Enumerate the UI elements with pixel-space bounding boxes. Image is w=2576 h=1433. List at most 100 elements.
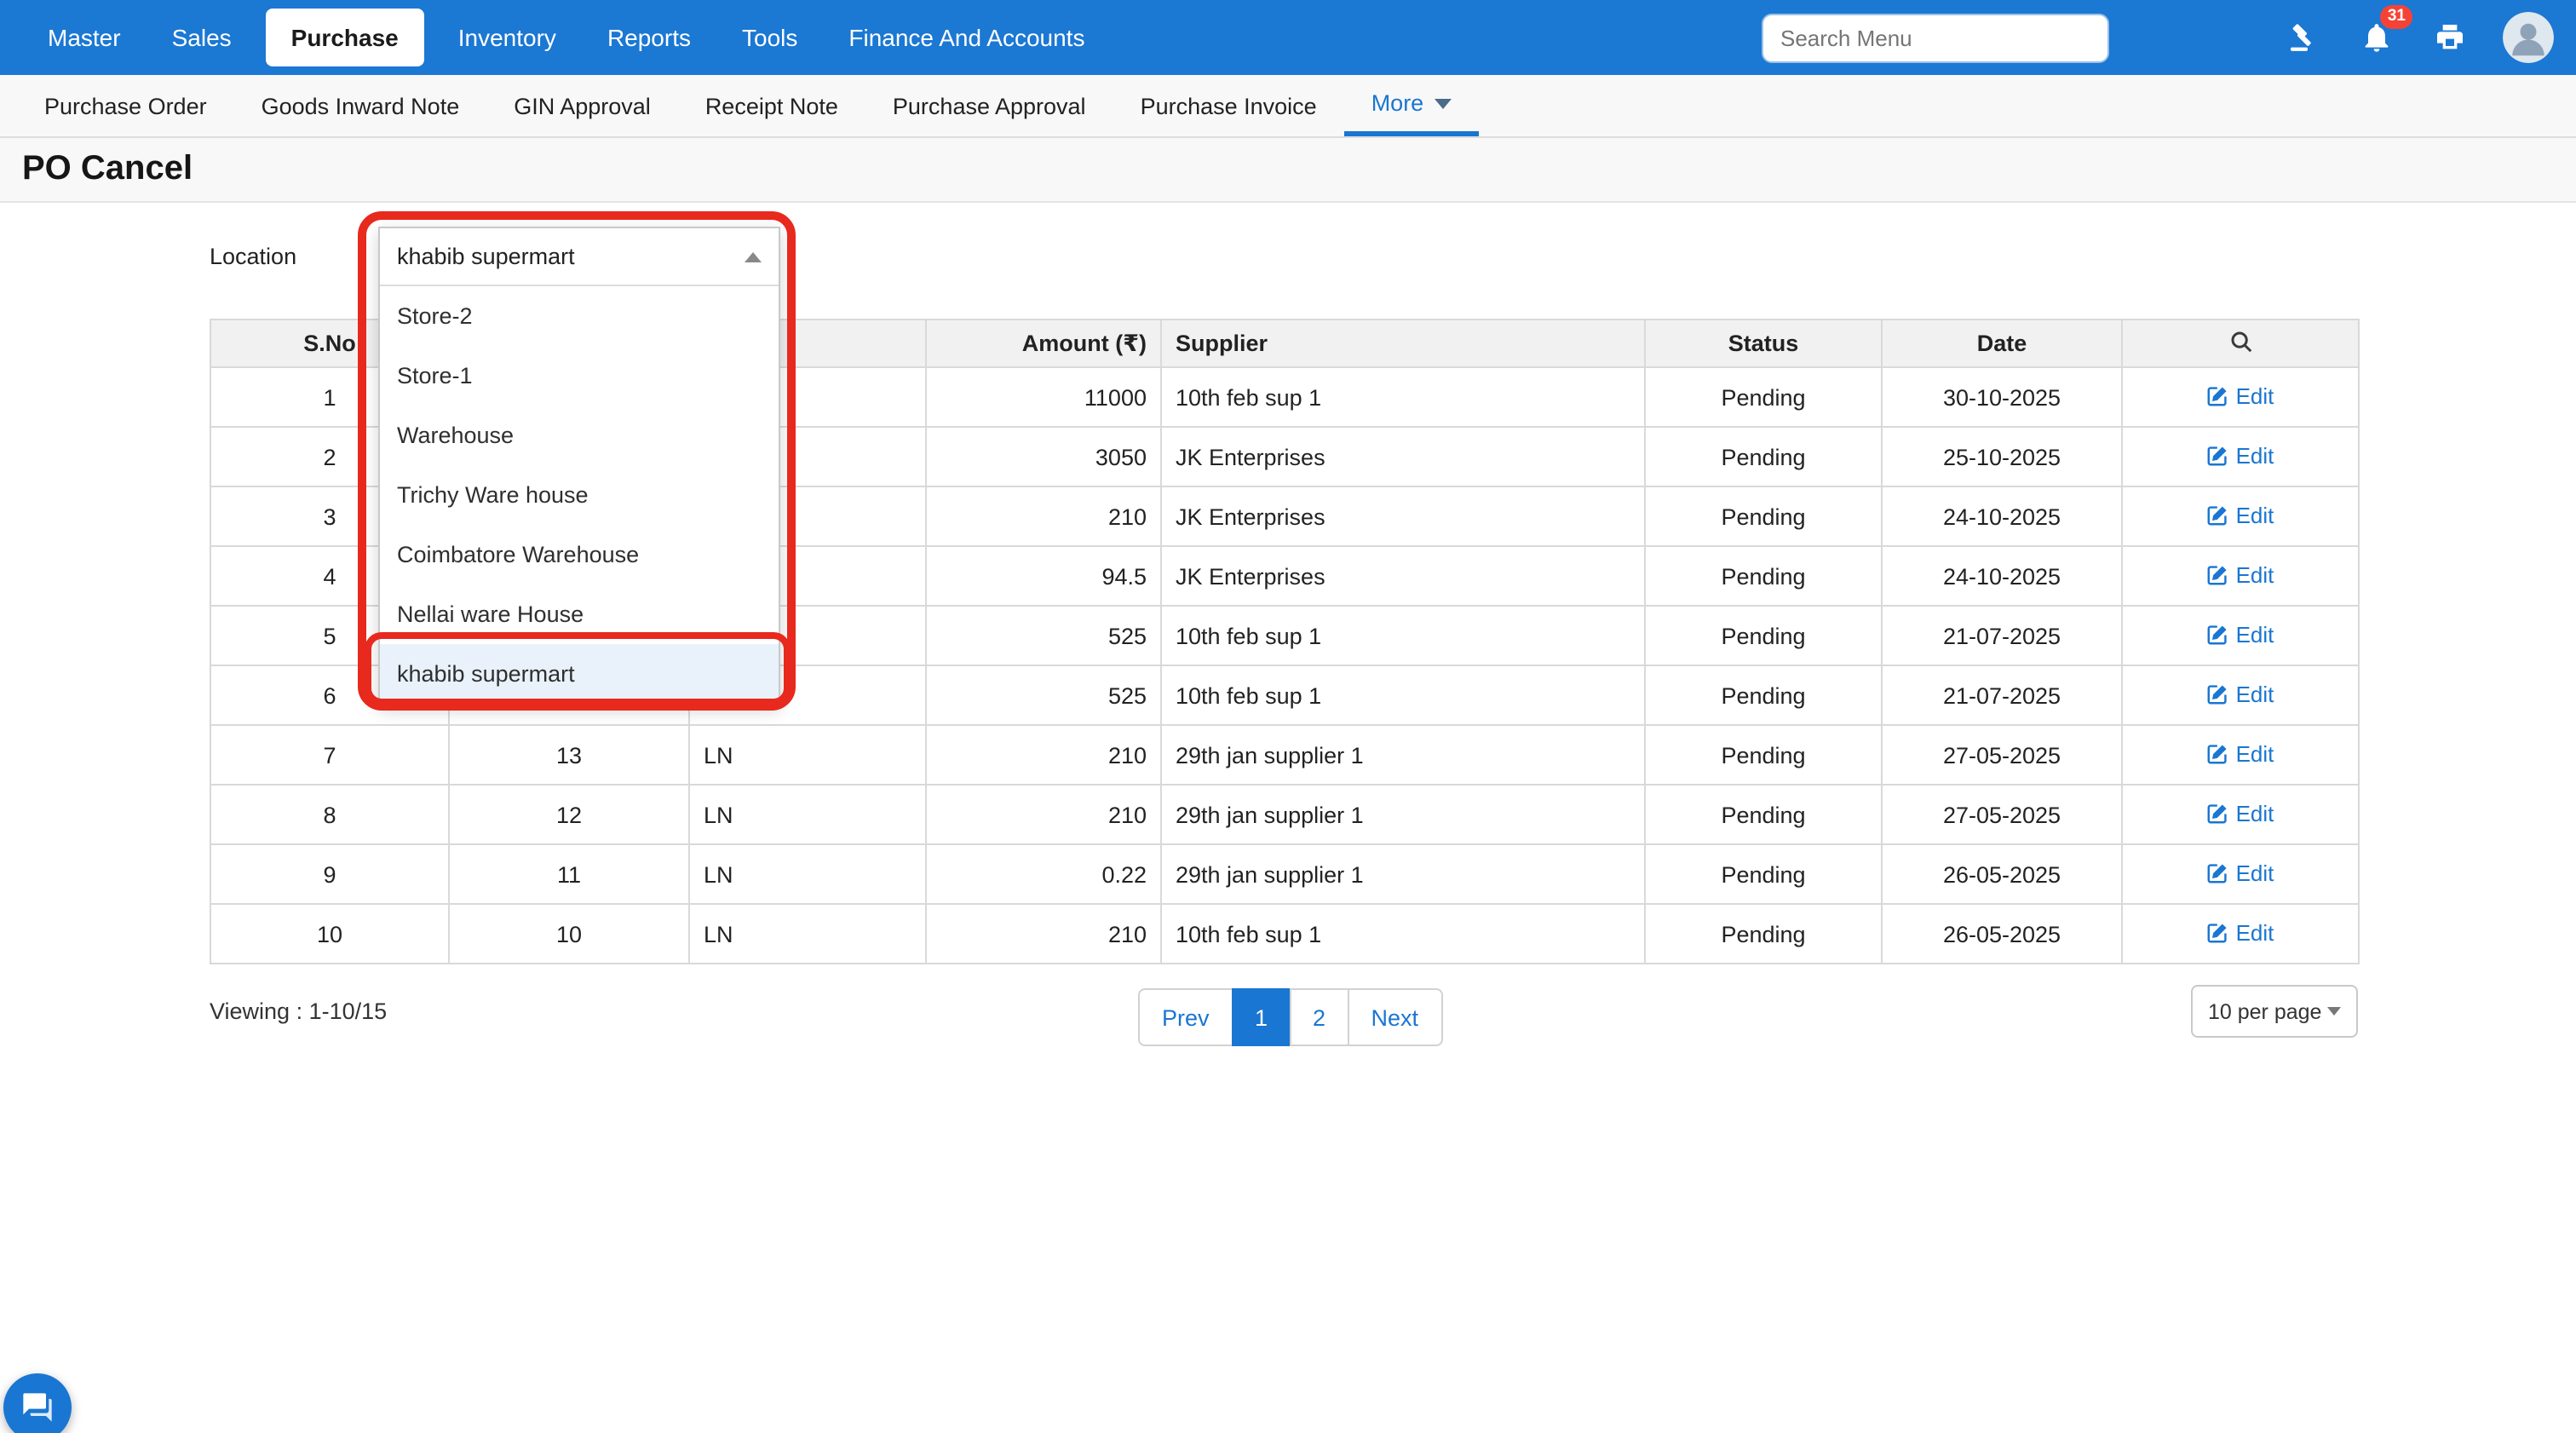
cell-date: 26-05-2025 — [1882, 844, 2122, 904]
cell-status: Pending — [1645, 665, 1882, 725]
edit-pencil-icon — [2207, 444, 2229, 466]
dropdown-option-nellai-ware-house[interactable]: Nellai ware House — [380, 584, 779, 644]
page-title: PO Cancel — [22, 150, 193, 189]
page-title-bar: PO Cancel — [0, 138, 2576, 203]
cell-date: 21-07-2025 — [1882, 606, 2122, 665]
cell-supplier: 10th feb sup 1 — [1161, 367, 1645, 427]
cell-sno: 10 — [210, 904, 449, 964]
chevron-up-icon[interactable] — [745, 251, 762, 262]
column-header-date: Date — [1882, 319, 2122, 367]
cell-supplier: JK Enterprises — [1161, 486, 1645, 546]
cell-amount: 3050 — [926, 427, 1161, 486]
edit-pencil-icon — [2207, 623, 2229, 645]
cell-amount: 525 — [926, 665, 1161, 725]
edit-button[interactable]: Edit — [2207, 919, 2274, 945]
edit-pencil-icon — [2207, 742, 2229, 764]
edit-button[interactable]: Edit — [2207, 383, 2274, 408]
cell-c2: 12 — [449, 785, 689, 844]
edit-button[interactable]: Edit — [2207, 800, 2274, 826]
per-page-select[interactable]: 10 per page — [2191, 985, 2358, 1038]
edit-pencil-icon — [2207, 682, 2229, 705]
cell-amount: 94.5 — [926, 546, 1161, 606]
column-header-search[interactable] — [2122, 319, 2359, 367]
search-menu-input[interactable] — [1762, 13, 2109, 62]
subnav-item-more[interactable]: More — [1344, 75, 1479, 136]
edit-pencil-icon — [2207, 504, 2229, 526]
nav-item-reports[interactable]: Reports — [582, 0, 716, 75]
chat-support-button[interactable] — [3, 1373, 72, 1433]
prev-page-button[interactable]: Prev — [1138, 988, 1233, 1046]
nav-item-finance-and-accounts[interactable]: Finance And Accounts — [823, 0, 1110, 75]
app-window: Master Sales Purchase Inventory Reports … — [0, 0, 2576, 1433]
location-label: Location — [210, 244, 296, 269]
subnav-item-purchase-invoice[interactable]: Purchase Invoice — [1113, 75, 1344, 136]
printer-icon[interactable] — [2429, 17, 2470, 58]
cell-amount: 0.22 — [926, 844, 1161, 904]
dropdown-option-warehouse[interactable]: Warehouse — [380, 406, 779, 465]
nav-item-sales[interactable]: Sales — [147, 0, 257, 75]
subnav-item-purchase-approval[interactable]: Purchase Approval — [865, 75, 1113, 136]
chevron-down-icon — [2327, 1007, 2341, 1016]
edit-button[interactable]: Edit — [2207, 860, 2274, 885]
cell-c2: 10 — [449, 904, 689, 964]
next-page-button[interactable]: Next — [1348, 988, 1443, 1046]
search-icon — [2228, 328, 2253, 354]
cell-sno: 7 — [210, 725, 449, 785]
dropdown-option-khabib-supermart[interactable]: khabib supermart — [380, 644, 779, 704]
nav-item-tools[interactable]: Tools — [716, 0, 823, 75]
cell-supplier: 10th feb sup 1 — [1161, 606, 1645, 665]
location-dropdown: Store-2 Store-1 Warehouse Trichy Ware ho… — [378, 227, 780, 705]
page-button-2[interactable]: 2 — [1290, 988, 1349, 1046]
column-header-status: Status — [1645, 319, 1882, 367]
edit-button[interactable]: Edit — [2207, 561, 2274, 587]
subnav-item-receipt-note[interactable]: Receipt Note — [678, 75, 865, 136]
nav-item-inventory[interactable]: Inventory — [433, 0, 582, 75]
cell-amount: 210 — [926, 785, 1161, 844]
topbar-right: 31 — [1762, 12, 2554, 63]
cell-amount: 210 — [926, 904, 1161, 964]
page-button-1[interactable]: 1 — [1232, 988, 1291, 1046]
cell-status: Pending — [1645, 486, 1882, 546]
cell-date: 26-05-2025 — [1882, 904, 2122, 964]
cell-supplier: JK Enterprises — [1161, 546, 1645, 606]
notification-bell-icon[interactable]: 31 — [2356, 17, 2397, 58]
nav-item-master[interactable]: Master — [22, 0, 147, 75]
dropdown-option-store-2[interactable]: Store-2 — [380, 286, 779, 346]
subnav-item-purchase-order[interactable]: Purchase Order — [17, 75, 234, 136]
edit-pencil-icon — [2207, 802, 2229, 824]
location-dropdown-input[interactable] — [397, 244, 745, 269]
cell-date: 27-05-2025 — [1882, 725, 2122, 785]
edit-button[interactable]: Edit — [2207, 502, 2274, 527]
cell-date: 27-05-2025 — [1882, 785, 2122, 844]
dropdown-option-store-1[interactable]: Store-1 — [380, 346, 779, 406]
cell-status: Pending — [1645, 367, 1882, 427]
subnav-item-gin-approval[interactable]: GIN Approval — [486, 75, 678, 136]
edit-button[interactable]: Edit — [2207, 621, 2274, 647]
announcement-gavel-icon[interactable] — [2283, 17, 2324, 58]
pagination: Prev 1 2 Next — [1138, 988, 1442, 1046]
cell-status: Pending — [1645, 785, 1882, 844]
edit-pencil-icon — [2207, 921, 2229, 943]
cell-amount: 210 — [926, 725, 1161, 785]
table-row: 10 10 LN 210 10th feb sup 1 Pending 26-0… — [210, 904, 2359, 964]
cell-amount: 210 — [926, 486, 1161, 546]
cell-date: 25-10-2025 — [1882, 427, 2122, 486]
dropdown-option-coimbatore-warehouse[interactable]: Coimbatore Warehouse — [380, 525, 779, 584]
notification-badge: 31 — [2381, 5, 2412, 29]
edit-button[interactable]: Edit — [2207, 681, 2274, 706]
cell-c3: LN — [689, 904, 926, 964]
cell-status: Pending — [1645, 725, 1882, 785]
table-row: 9 11 LN 0.22 29th jan supplier 1 Pending… — [210, 844, 2359, 904]
dropdown-option-trichy-ware-house[interactable]: Trichy Ware house — [380, 465, 779, 525]
table-row: 8 12 LN 210 29th jan supplier 1 Pending … — [210, 785, 2359, 844]
user-avatar[interactable] — [2503, 12, 2554, 63]
edit-button[interactable]: Edit — [2207, 442, 2274, 468]
cell-supplier: 10th feb sup 1 — [1161, 904, 1645, 964]
cell-amount: 525 — [926, 606, 1161, 665]
cell-date: 24-10-2025 — [1882, 486, 2122, 546]
cell-date: 30-10-2025 — [1882, 367, 2122, 427]
cell-status: Pending — [1645, 844, 1882, 904]
edit-button[interactable]: Edit — [2207, 740, 2274, 766]
nav-item-purchase[interactable]: Purchase — [266, 9, 424, 66]
subnav-item-goods-inward-note[interactable]: Goods Inward Note — [234, 75, 487, 136]
